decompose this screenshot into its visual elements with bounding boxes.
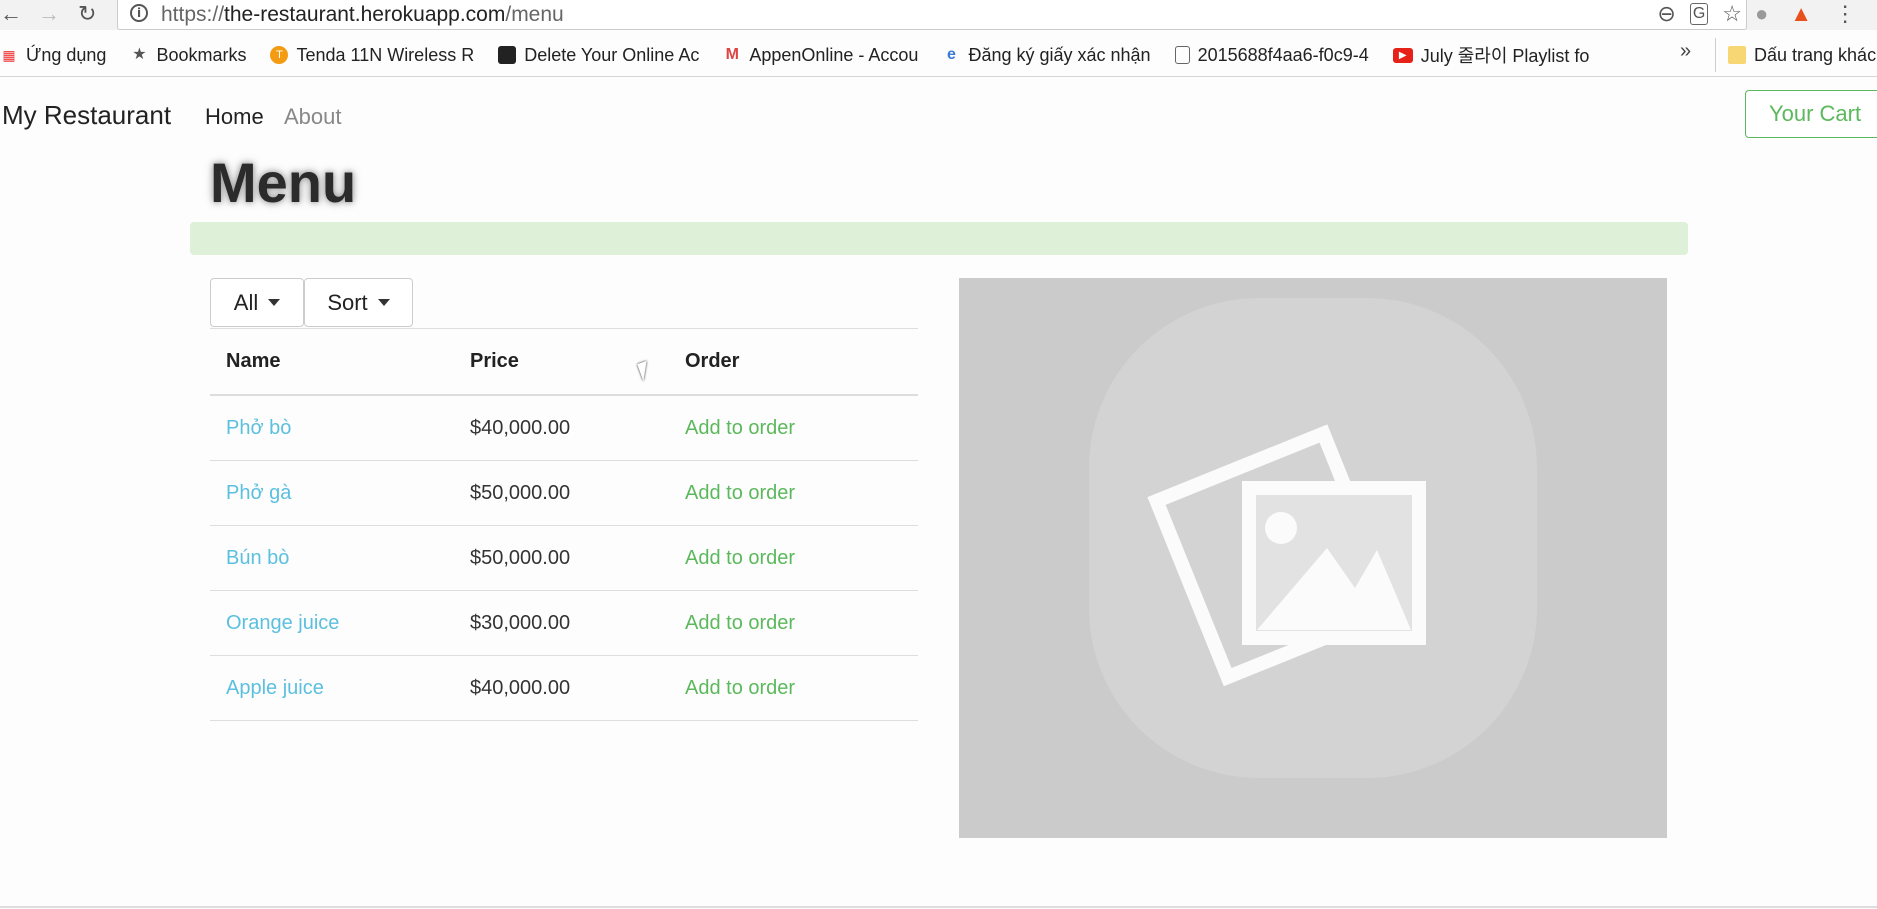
forward-arrow-icon[interactable]: → <box>38 2 60 26</box>
gmail-icon: M <box>725 46 739 63</box>
browser-menu-icon[interactable]: ⋮ <box>1834 1 1856 27</box>
dish-name-link[interactable]: Phở gà <box>210 460 454 526</box>
column-header-name: Name <box>210 328 454 396</box>
page-title: Menu <box>210 151 357 214</box>
page-bottom-divider <box>0 906 1877 908</box>
folder-icon <box>1728 46 1746 64</box>
dish-name-link[interactable]: Apple juice <box>210 655 454 721</box>
image-placeholder-icon <box>1089 298 1537 778</box>
category-filter-dropdown[interactable]: All <box>210 278 304 327</box>
add-to-order-link[interactable]: Add to order <box>669 525 918 591</box>
table-row: Bún bò $50,000.00 Add to order <box>210 525 918 591</box>
address-bar[interactable]: i https://the-restaurant.herokuapp.com/m… <box>117 0 1747 30</box>
other-bookmarks-folder[interactable]: Dấu trang khác <box>1715 38 1876 72</box>
dish-name-link[interactable]: Orange juice <box>210 590 454 656</box>
bookmark-tenda[interactable]: T Tenda 11N Wireless R <box>270 45 474 66</box>
menu-table: Name Price Order Phở bò $40,000.00 Add t… <box>210 328 918 721</box>
bookmark-dang-ky[interactable]: e Đăng ký giấy xác nhận <box>942 45 1151 66</box>
dish-image-placeholder <box>959 278 1667 838</box>
extension-globe-icon[interactable]: ● <box>1755 1 1768 27</box>
tenda-icon: T <box>270 46 289 64</box>
chrome-divider <box>0 76 1877 77</box>
table-header-row: Name Price Order <box>210 328 918 396</box>
apps-grid-icon: ▦ <box>2 47 16 63</box>
site-icon <box>498 46 517 64</box>
dish-price: $40,000.00 <box>454 395 669 461</box>
dish-price: $40,000.00 <box>454 655 669 721</box>
bookmarks-bar: ▦ Ứng dụng ★ Bookmarks T Tenda 11N Wirel… <box>0 38 1877 72</box>
dish-price: $50,000.00 <box>454 460 669 526</box>
bookmark-appen[interactable]: M AppenOnline - Accou <box>723 45 919 66</box>
extension-fire-icon[interactable]: ▲ <box>1790 1 1812 27</box>
add-to-order-link[interactable]: Add to order <box>669 460 918 526</box>
dish-name-link[interactable]: Bún bò <box>210 525 454 591</box>
add-to-order-link[interactable]: Add to order <box>669 590 918 656</box>
dish-price: $50,000.00 <box>454 525 669 591</box>
dish-name-link[interactable]: Phở bò <box>210 395 454 461</box>
bookmark-file[interactable]: 2015688f4aa6-f0c9-4 <box>1174 45 1369 66</box>
site-brand[interactable]: My Restaurant <box>2 100 171 131</box>
your-cart-button[interactable]: Your Cart <box>1745 90 1877 138</box>
add-to-order-link[interactable]: Add to order <box>669 655 918 721</box>
table-row: Phở gà $50,000.00 Add to order <box>210 460 918 526</box>
url-text[interactable]: https://the-restaurant.herokuapp.com/men… <box>161 3 564 27</box>
bookmarks-overflow-icon[interactable]: » <box>1680 40 1691 63</box>
dish-price: $30,000.00 <box>454 590 669 656</box>
nav-about-link[interactable]: About <box>284 104 342 130</box>
youtube-icon: ▶ <box>1392 47 1413 63</box>
translate-icon[interactable]: G <box>1689 3 1709 25</box>
table-row: Apple juice $40,000.00 Add to order <box>210 655 918 721</box>
info-icon[interactable]: i <box>130 4 148 22</box>
zoom-icon[interactable]: ⊖ <box>1657 1 1675 27</box>
caret-down-icon <box>268 299 281 306</box>
alert-bar <box>190 222 1688 255</box>
column-header-order: Order <box>669 328 918 396</box>
reload-icon[interactable]: ↻ <box>78 2 96 26</box>
back-arrow-icon[interactable]: ← <box>0 2 22 26</box>
file-icon <box>1174 46 1190 64</box>
nav-home-link[interactable]: Home <box>205 104 264 130</box>
table-row: Orange juice $30,000.00 Add to order <box>210 590 918 656</box>
table-row: Phở bò $40,000.00 Add to order <box>210 395 918 461</box>
add-to-order-link[interactable]: Add to order <box>669 395 918 461</box>
bookmark-apps[interactable]: ▦ Ứng dụng <box>0 45 106 66</box>
column-header-price: Price <box>454 328 669 396</box>
caret-down-icon <box>377 299 390 306</box>
bookmark-delete-online[interactable]: Delete Your Online Ac <box>498 45 699 66</box>
star-icon: ★ <box>132 46 147 63</box>
bookmark-youtube[interactable]: ▶ July 줄라이 Playlist fo <box>1392 42 1589 68</box>
ie-icon: e <box>947 46 956 63</box>
bookmark-star-icon[interactable]: ☆ <box>1722 1 1742 27</box>
bookmark-bookmarks[interactable]: ★ Bookmarks <box>130 45 246 66</box>
browser-toolbar: ← → ↻ i https://the-restaurant.herokuapp… <box>0 0 1877 30</box>
sort-dropdown[interactable]: Sort <box>304 278 413 327</box>
